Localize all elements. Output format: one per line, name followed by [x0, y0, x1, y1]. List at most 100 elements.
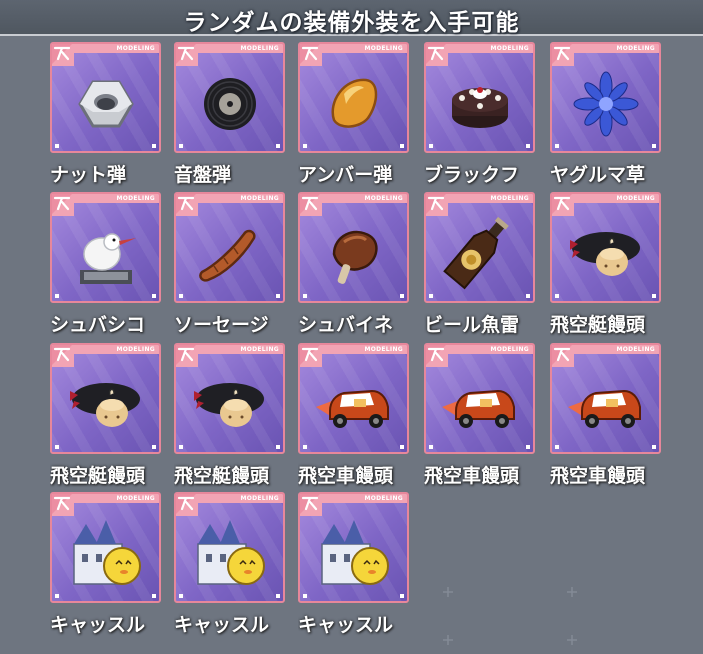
- item-card-frame: MODELING: [550, 42, 661, 153]
- amber-stone-icon: [314, 64, 394, 144]
- rarity-badge-icon: [176, 494, 198, 516]
- item-card[interactable]: MODELING ナット弾: [50, 42, 163, 192]
- item-grid: MODELING ナット弾 MODELING 音盤弾 MODELING アンバー弾 MODE…: [0, 0, 703, 654]
- rarity-badge-icon: [552, 345, 574, 367]
- item-label: シュバイネ: [298, 314, 394, 336]
- item-card-frame: MODELING: [50, 343, 161, 454]
- item-label: ブラックフ: [424, 164, 520, 186]
- modeling-tag: MODELING: [116, 195, 155, 202]
- item-card-frame: MODELING: [298, 492, 409, 603]
- modeling-tag: MODELING: [240, 195, 279, 202]
- corner-marker: [179, 594, 183, 598]
- item-label: アンバー弾: [298, 164, 393, 186]
- airship-bun-icon: [190, 365, 270, 445]
- item-label: ナット弾: [50, 164, 127, 186]
- car-bun-icon: [440, 365, 520, 445]
- corner-marker: [276, 594, 280, 598]
- rarity-badge-icon: [300, 194, 322, 216]
- item-card-frame: MODELING: [550, 343, 661, 454]
- modeling-tag: MODELING: [364, 195, 403, 202]
- corner-marker: [55, 294, 59, 298]
- rarity-badge-icon: [176, 345, 198, 367]
- modeling-tag: MODELING: [116, 45, 155, 52]
- corner-marker: [152, 294, 156, 298]
- rarity-badge-icon: [52, 494, 74, 516]
- item-card[interactable]: MODELING ビール魚雷: [424, 192, 537, 342]
- item-card[interactable]: MODELING 音盤弾: [174, 42, 287, 192]
- item-card-frame: MODELING: [424, 192, 535, 303]
- rarity-badge-icon: [52, 194, 74, 216]
- corner-marker: [526, 144, 530, 148]
- item-card[interactable]: MODELING ソーセージ: [174, 192, 287, 342]
- rarity-badge-icon: [300, 494, 322, 516]
- item-card[interactable]: MODELING シュバイネ: [298, 192, 411, 342]
- item-card-frame: MODELING: [298, 192, 409, 303]
- blue-flower-icon: [566, 64, 646, 144]
- corner-marker: [152, 594, 156, 598]
- corner-marker: [526, 445, 530, 449]
- corner-marker: [276, 445, 280, 449]
- item-card-frame: MODELING: [298, 42, 409, 153]
- item-label: キャッスル: [298, 614, 394, 636]
- item-card[interactable]: MODELING 飛空車饅頭: [424, 343, 537, 493]
- castle-chick-icon: [314, 514, 394, 594]
- item-card[interactable]: MODELING 飛空艇饅頭: [550, 192, 663, 342]
- rarity-badge-icon: [176, 194, 198, 216]
- beer-bottle-icon: [440, 214, 520, 294]
- item-card-frame: MODELING: [424, 42, 535, 153]
- hex-nut-icon: [66, 64, 146, 144]
- rarity-badge-icon: [300, 44, 322, 66]
- item-label: シュバシコ: [50, 314, 146, 336]
- corner-marker: [276, 144, 280, 148]
- item-label: ソーセージ: [174, 314, 269, 336]
- castle-chick-icon: [66, 514, 146, 594]
- item-card-frame: MODELING: [174, 192, 285, 303]
- rarity-badge-icon: [426, 44, 448, 66]
- corner-marker: [429, 144, 433, 148]
- modeling-tag: MODELING: [490, 45, 529, 52]
- modeling-tag: MODELING: [616, 346, 655, 353]
- item-card-frame: MODELING: [424, 343, 535, 454]
- item-card-frame: MODELING: [50, 492, 161, 603]
- corner-marker: [55, 594, 59, 598]
- item-card[interactable]: MODELING キャッスル: [298, 492, 411, 642]
- item-card-frame: MODELING: [50, 192, 161, 303]
- castle-chick-icon: [190, 514, 270, 594]
- item-card-frame: MODELING: [50, 42, 161, 153]
- item-card[interactable]: MODELING キャッスル: [174, 492, 287, 642]
- item-card[interactable]: MODELING アンバー弾: [298, 42, 411, 192]
- item-label: 飛空車饅頭: [550, 465, 646, 487]
- pork-knuckle-icon: [314, 214, 394, 294]
- item-card-frame: MODELING: [174, 42, 285, 153]
- modeling-tag: MODELING: [490, 195, 529, 202]
- corner-marker: [429, 294, 433, 298]
- rarity-badge-icon: [552, 44, 574, 66]
- item-card[interactable]: MODELING シュバシコ: [50, 192, 163, 342]
- item-card[interactable]: MODELING キャッスル: [50, 492, 163, 642]
- item-card[interactable]: MODELING 飛空艇饅頭: [174, 343, 287, 493]
- item-label: ビール魚雷: [424, 314, 520, 336]
- modeling-tag: MODELING: [116, 346, 155, 353]
- item-card[interactable]: MODELING 飛空車饅頭: [298, 343, 411, 493]
- item-card[interactable]: MODELING 飛空艇饅頭: [50, 343, 163, 493]
- corner-marker: [303, 445, 307, 449]
- rarity-badge-icon: [426, 345, 448, 367]
- item-card-frame: MODELING: [174, 492, 285, 603]
- corner-marker: [429, 445, 433, 449]
- corner-marker: [555, 144, 559, 148]
- item-card-frame: MODELING: [174, 343, 285, 454]
- modeling-tag: MODELING: [240, 346, 279, 353]
- item-card-frame: MODELING: [298, 343, 409, 454]
- item-label: 音盤弾: [174, 164, 232, 186]
- corner-marker: [55, 445, 59, 449]
- rarity-badge-icon: [52, 345, 74, 367]
- item-card[interactable]: MODELING ブラックフ: [424, 42, 537, 192]
- item-card[interactable]: MODELING ヤグルマ草: [550, 42, 663, 192]
- modeling-tag: MODELING: [364, 495, 403, 502]
- corner-marker: [303, 294, 307, 298]
- corner-marker: [652, 144, 656, 148]
- corner-marker: [179, 294, 183, 298]
- item-card[interactable]: MODELING 飛空車饅頭: [550, 343, 663, 493]
- corner-marker: [400, 144, 404, 148]
- vinyl-record-icon: [190, 64, 270, 144]
